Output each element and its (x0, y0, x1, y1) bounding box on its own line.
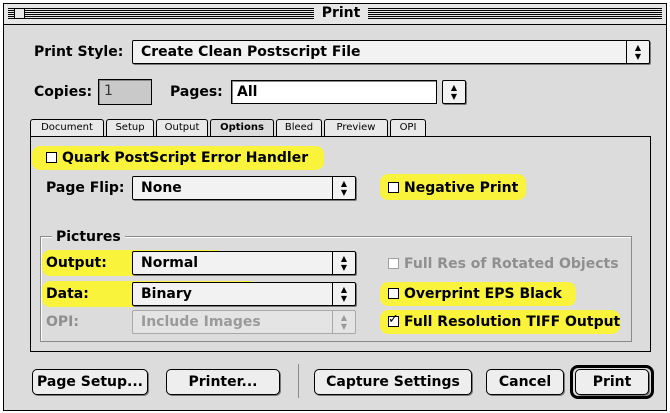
negative-print-label: Negative Print (404, 180, 519, 196)
tab-output[interactable]: Output (156, 119, 208, 136)
pages-popup[interactable]: ▲ ▼ (442, 80, 466, 104)
window-title: Print (314, 5, 368, 21)
opi-popup[interactable]: Include Images ▲ ▼ (132, 310, 356, 334)
tab-setup[interactable]: Setup (106, 119, 154, 136)
output-popup[interactable]: Normal ▲ ▼ (132, 251, 356, 275)
pages-field[interactable]: All (231, 80, 437, 104)
print-button[interactable]: Print (575, 369, 649, 395)
title-bar[interactable]: Print (4, 4, 666, 25)
title-stripes-left (8, 8, 314, 19)
button-separator (298, 364, 299, 398)
page-flip-popup[interactable]: None ▲ ▼ (132, 176, 356, 200)
up-down-arrows-icon: ▲ ▼ (332, 252, 355, 274)
capture-settings-button[interactable]: Capture Settings (314, 369, 472, 395)
full-res-tiff-checkbox[interactable]: Full Resolution TIFF Output (388, 312, 621, 330)
print-style-popup[interactable]: Create Clean Postscript File ▲ ▼ (132, 40, 650, 64)
negative-print-checkbox[interactable]: Negative Print (388, 180, 518, 196)
opi-label: OPI: (46, 314, 79, 330)
printer-button[interactable]: Printer... (166, 369, 280, 395)
data-popup[interactable]: Binary ▲ ▼ (132, 282, 356, 306)
page-flip-label: Page Flip: (46, 180, 125, 196)
output-label: Output: (46, 255, 107, 271)
page-flip-value: None (141, 180, 182, 196)
overprint-eps-checkbox[interactable]: Overprint EPS Black (388, 286, 562, 302)
copies-field[interactable]: 1 (98, 79, 152, 105)
opi-value: Include Images (141, 314, 261, 330)
data-label: Data: (46, 286, 89, 302)
quark-handler-label: Quark PostScript Error Handler (62, 150, 309, 166)
up-down-arrows-icon: ▲ ▼ (626, 41, 649, 63)
tab-preview[interactable]: Preview (324, 119, 388, 136)
full-res-rotated-label: Full Res of Rotated Objects (404, 256, 619, 272)
up-down-arrows-icon: ▲ ▼ (450, 83, 458, 101)
full-res-tiff-label: Full Resolution TIFF Output (404, 314, 621, 330)
copies-value: 1 (104, 83, 113, 99)
print-style-value: Create Clean Postscript File (141, 44, 361, 60)
checkbox-icon (388, 258, 399, 269)
tab-bleed[interactable]: Bleed (276, 119, 322, 136)
print-style-label: Print Style: (34, 44, 124, 60)
page-setup-button[interactable]: Page Setup... (32, 369, 148, 395)
checkbox-icon (46, 152, 57, 163)
full-res-rotated-checkbox[interactable]: Full Res of Rotated Objects (388, 256, 619, 272)
title-stripes-right (368, 8, 662, 19)
checkbox-icon (388, 182, 399, 193)
data-value: Binary (141, 286, 192, 302)
output-value: Normal (141, 255, 199, 271)
up-down-arrows-icon: ▲ ▼ (332, 177, 355, 199)
overprint-eps-label: Overprint EPS Black (404, 286, 562, 302)
pictures-group-label: Pictures (52, 229, 125, 245)
up-down-arrows-icon: ▲ ▼ (332, 283, 355, 305)
pages-label: Pages: (170, 84, 223, 100)
checkmark-icon (388, 312, 399, 327)
cancel-button[interactable]: Cancel (486, 369, 564, 395)
close-box-icon[interactable] (14, 8, 25, 19)
copies-label: Copies: (34, 84, 93, 100)
pages-value: All (237, 84, 258, 100)
checkbox-icon (388, 288, 399, 299)
tab-opi[interactable]: OPI (390, 119, 426, 136)
quark-handler-checkbox[interactable]: Quark PostScript Error Handler (46, 150, 308, 166)
tab-document[interactable]: Document (30, 119, 104, 136)
up-down-arrows-icon: ▲ ▼ (332, 311, 355, 333)
